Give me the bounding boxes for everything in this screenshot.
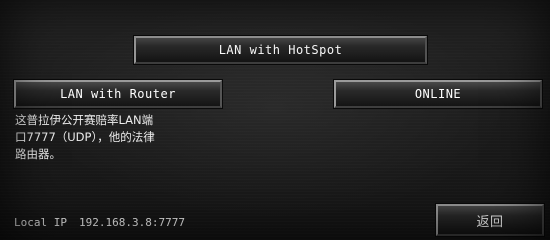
lan-hotspot-button[interactable]: LAN with HotSpot [134, 36, 427, 64]
description-line: 路由器。 [15, 147, 61, 161]
online-button[interactable]: ONLINE [334, 80, 542, 108]
lan-router-button[interactable]: LAN with Router [14, 80, 222, 108]
local-ip-value: 192.168.3.8:7777 [78, 216, 185, 229]
back-button[interactable]: 返回 [436, 204, 544, 236]
local-ip-label: Local IP [14, 216, 67, 229]
description-line: 口7777（UDP），他的法律 [15, 130, 155, 144]
local-ip-readout: Local IP 192.168.3.8:7777 [14, 216, 185, 229]
lan-menu-screen: LAN with HotSpot LAN with Router ONLINE … [0, 0, 550, 240]
router-description: 这普拉伊公开赛赔率LAN端 口7777（UDP），他的法律 路由器。 [15, 112, 220, 163]
description-line: 这普拉伊公开赛赔率LAN端 [15, 113, 154, 127]
